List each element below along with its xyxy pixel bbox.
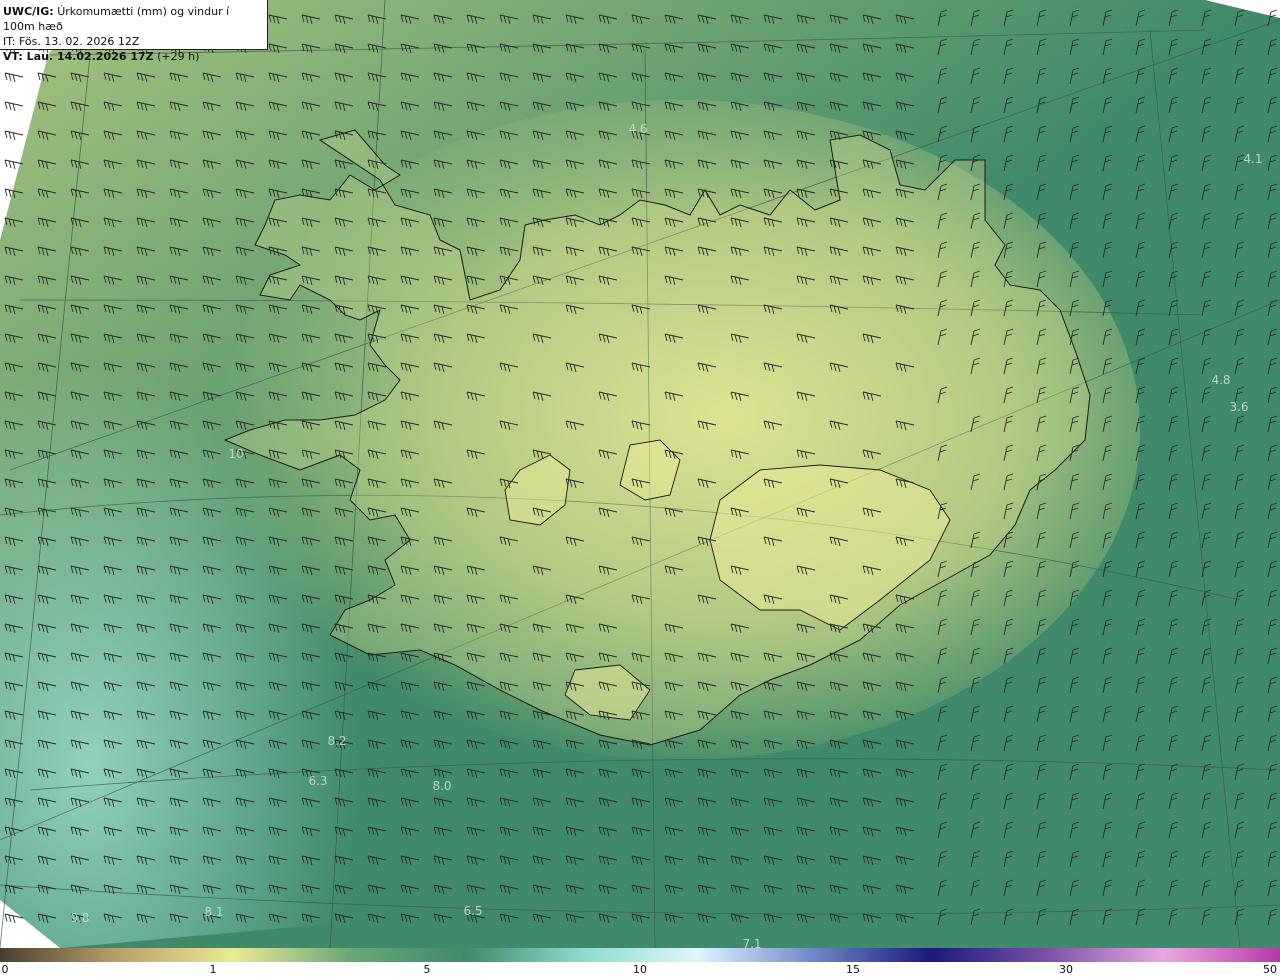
max-value-label: 6.3 — [308, 774, 327, 788]
model-label: UWC/IG: — [3, 5, 54, 18]
wind-barb — [4, 130, 24, 141]
max-value-label: 4.8 — [1211, 373, 1230, 387]
valid-time: VT: Lau. 14.02.2026 17Z — [3, 50, 154, 63]
colorbar-tick-label: 0 — [1, 963, 9, 976]
lead-time: (+29 h) — [157, 50, 200, 63]
colorbar-tick-label: 30 — [1059, 963, 1073, 976]
max-value-label: 8.1 — [204, 905, 223, 919]
wind-barb — [4, 101, 24, 112]
colorbar-ticks: 0 1 5 10 15 30 50 — [0, 962, 1280, 978]
colorbar-tick-label: 15 — [846, 963, 860, 976]
max-value-label: 4.1 — [1243, 152, 1262, 166]
max-value-label: 7.1 — [742, 937, 761, 948]
max-value-label: 6.5 — [463, 904, 482, 918]
max-value-label: 3.6 — [1229, 400, 1248, 414]
colorbar-tick-label: 5 — [423, 963, 431, 976]
max-value-label: 8.2 — [327, 734, 346, 748]
max-value-label: 10 — [228, 447, 243, 461]
colorbar-tick-label: 10 — [633, 963, 647, 976]
map-title-box: UWC/IG: Úrkomumætti (mm) og vindur í 100… — [0, 0, 268, 63]
valid-time-line: VT: Lau. 14.02.2026 17Z (+29 h) — [3, 49, 264, 64]
max-value-label: 4.6 — [628, 122, 647, 136]
weather-map-view: 4.6 4.1 4.8 3.6 8.2 6.3 8.0 9.8 8.1 6.5 7.1 10 UWC/… — [0, 0, 1280, 978]
colorbar-gradient — [0, 948, 1280, 962]
wind-barb — [4, 72, 24, 83]
colorbar-tick-label: 1 — [209, 963, 217, 976]
precipitation-wind-map: 4.6 4.1 4.8 3.6 8.2 6.3 8.0 9.8 8.1 6.5 7.1 10 — [0, 0, 1280, 948]
max-value-label: 9.8 — [70, 911, 89, 925]
title-line: UWC/IG: Úrkomumætti (mm) og vindur í 100… — [3, 4, 264, 34]
precipitation-colorbar — [0, 948, 1280, 962]
init-time: IT: Fös. 13. 02. 2026 12Z — [3, 35, 140, 48]
colorbar-tick-label: 50 — [1263, 963, 1277, 976]
max-value-label: 8.0 — [432, 779, 451, 793]
